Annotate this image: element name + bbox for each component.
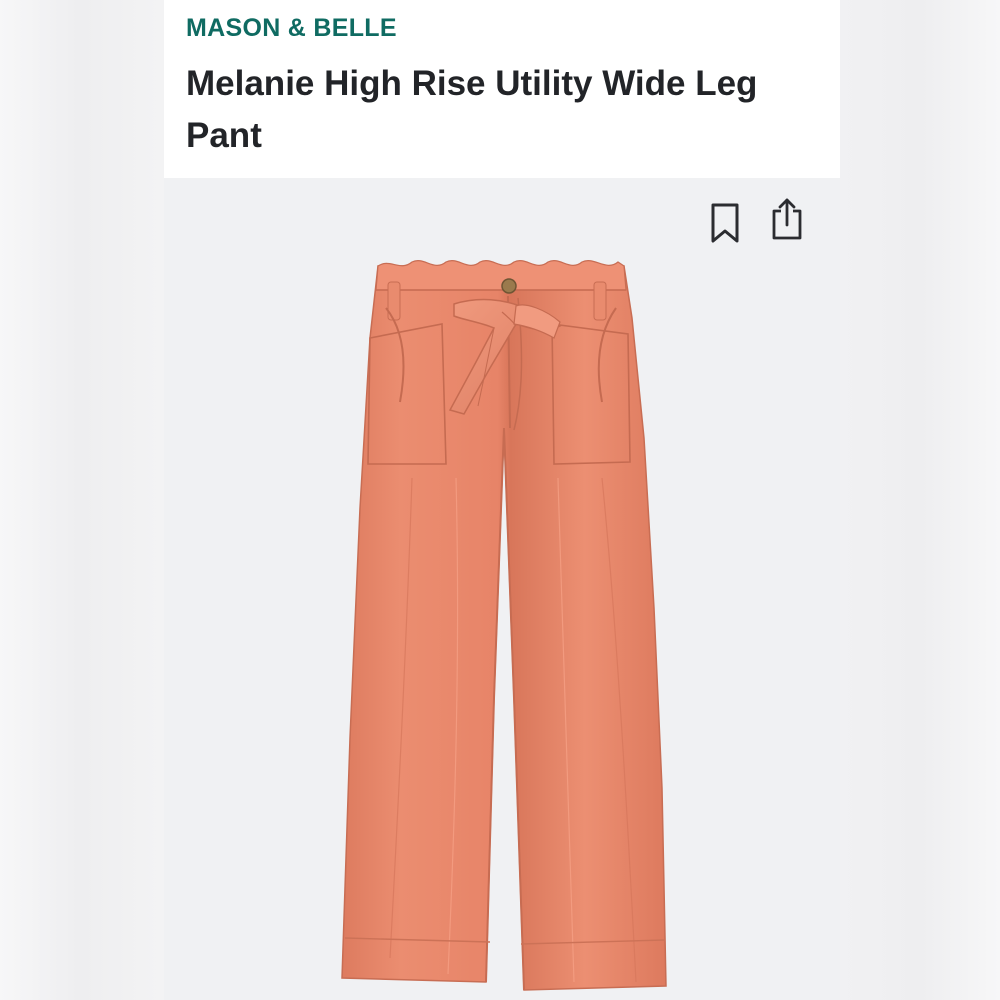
product-image-area	[164, 178, 840, 1000]
product-header: MASON & BELLE Melanie High Rise Utility …	[164, 0, 840, 178]
screenshot-frame: MASON & BELLE Melanie High Rise Utility …	[0, 0, 1000, 1000]
product-image	[341, 260, 667, 991]
brand-name[interactable]: MASON & BELLE	[186, 14, 397, 43]
product-card: MASON & BELLE Melanie High Rise Utility …	[164, 0, 840, 1000]
product-title: Melanie High Rise Utility Wide Leg Pant	[186, 64, 758, 155]
